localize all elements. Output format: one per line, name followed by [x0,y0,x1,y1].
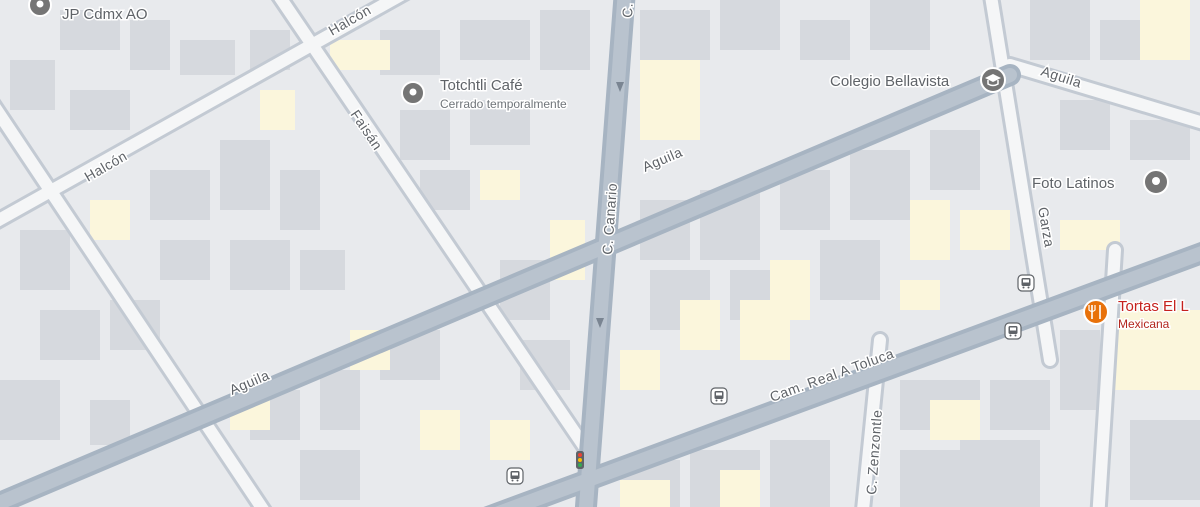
poi-jp-cdmx-name: JP Cdmx AO [62,6,148,23]
poi-tortas-category: Mexicana [1118,317,1170,331]
poi-totchtli-status: Cerrado temporalmente [440,97,567,111]
bus-stop-icon[interactable] [1004,322,1022,340]
bus-stop-icon[interactable] [710,387,728,405]
street-label-canario-top: C. [619,2,636,18]
bus-stop-icon[interactable] [1017,274,1035,292]
restaurant-icon [1083,299,1109,325]
poi-foto-latinos-name: Foto Latinos [1032,175,1115,192]
poi-totchtli-name: Totchtli Café [440,77,523,94]
school-icon [980,67,1006,93]
place-pin-icon [401,81,425,105]
traffic-light-icon [576,451,584,469]
poi-bellavista-name: Colegio Bellavista [830,73,950,90]
map-canvas[interactable]: Halcón Halcón Faisán C. C. Canario Aguil… [0,0,1200,507]
place-pin-icon [1143,169,1169,195]
bus-stop-icon[interactable] [506,467,524,485]
place-pin-icon [28,0,52,17]
poi-tortas-name: Tortas El L [1118,298,1189,315]
map-view[interactable]: Halcón Halcón Faisán C. C. Canario Aguil… [0,0,1200,507]
